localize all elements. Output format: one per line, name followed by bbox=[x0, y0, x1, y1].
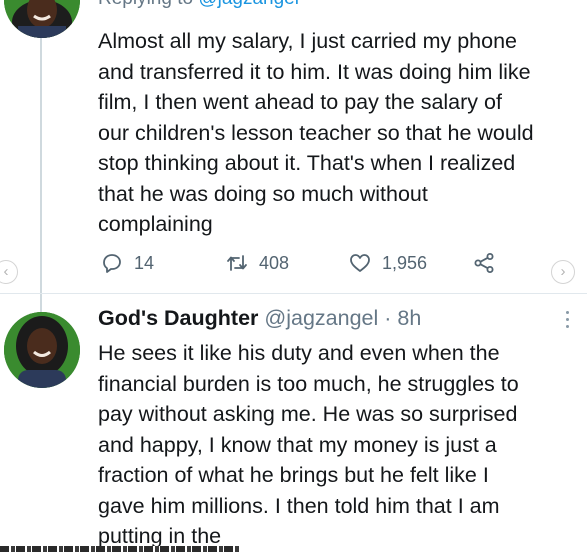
retweet-icon bbox=[227, 255, 247, 271]
header-separator: · bbox=[384, 306, 392, 330]
tweet-line: complaining bbox=[98, 212, 213, 236]
like-button[interactable]: 1,956 bbox=[348, 251, 427, 275]
avatar[interactable] bbox=[4, 312, 80, 388]
tweet-line: film, I then went ahead to pay the salar… bbox=[98, 90, 502, 114]
thread-connector-line bbox=[40, 38, 42, 313]
cropped-caption-strip bbox=[0, 545, 587, 552]
tweet-line: stop thinking about it. That's when I re… bbox=[98, 151, 516, 175]
replying-prefix: Replying to bbox=[98, 0, 198, 9]
tweet-line: fraction of what he brings but he felt l… bbox=[98, 463, 489, 487]
tweet-line: financial burden is too much, he struggl… bbox=[98, 371, 519, 396]
tweet-line: gave him millions. I then told him that … bbox=[98, 493, 500, 518]
carousel-previous-button[interactable]: ‹ bbox=[0, 260, 18, 284]
tweet-line: and transferred it to him. It was doing … bbox=[98, 59, 531, 84]
tweet-line: Almost all my salary, I just carried my … bbox=[98, 29, 517, 53]
reply-button[interactable]: 14 bbox=[100, 251, 154, 275]
share-icon bbox=[474, 253, 494, 273]
carousel-next-button[interactable]: › bbox=[551, 260, 575, 284]
tweet-divider bbox=[0, 293, 587, 294]
tweet-line: and happy, I know that my money is just … bbox=[98, 432, 497, 457]
speech-bubble-icon bbox=[103, 254, 121, 273]
author-name[interactable]: God's Daughter bbox=[98, 306, 258, 330]
tweet-header: God's Daughter @jagzangel · 8h bbox=[98, 306, 421, 331]
replying-mention-link[interactable]: @jagzangel bbox=[198, 0, 299, 9]
tweet-line: that he was doing so much without bbox=[98, 181, 428, 206]
retweet-button[interactable]: 408 bbox=[225, 251, 289, 275]
reply-count: 14 bbox=[134, 252, 155, 273]
cropped-text-fragment bbox=[0, 546, 240, 552]
like-count: 1,956 bbox=[382, 252, 428, 273]
tweet-action-bar: 14 408 1,956 bbox=[100, 251, 520, 281]
tweet-line: our children's lesson teacher so that he… bbox=[98, 120, 534, 145]
tweet-line: He sees it like his duty and even when t… bbox=[98, 341, 500, 365]
heart-icon bbox=[350, 254, 370, 272]
share-button[interactable] bbox=[472, 251, 506, 275]
avatar[interactable] bbox=[4, 0, 80, 38]
tweet-timestamp[interactable]: 8h bbox=[397, 306, 421, 330]
author-handle[interactable]: @jagzangel bbox=[264, 306, 378, 330]
retweet-count: 408 bbox=[259, 252, 290, 273]
tweet-line: pay without asking me. He was so surpris… bbox=[98, 402, 518, 426]
replying-to-label: Replying to @jagzangel bbox=[98, 0, 299, 10]
tweet-body: He sees it like his duty and even when t… bbox=[98, 338, 580, 552]
more-vertical-icon[interactable] bbox=[562, 311, 572, 335]
tweet-body: Almost all my salary, I just carried my … bbox=[98, 26, 580, 240]
